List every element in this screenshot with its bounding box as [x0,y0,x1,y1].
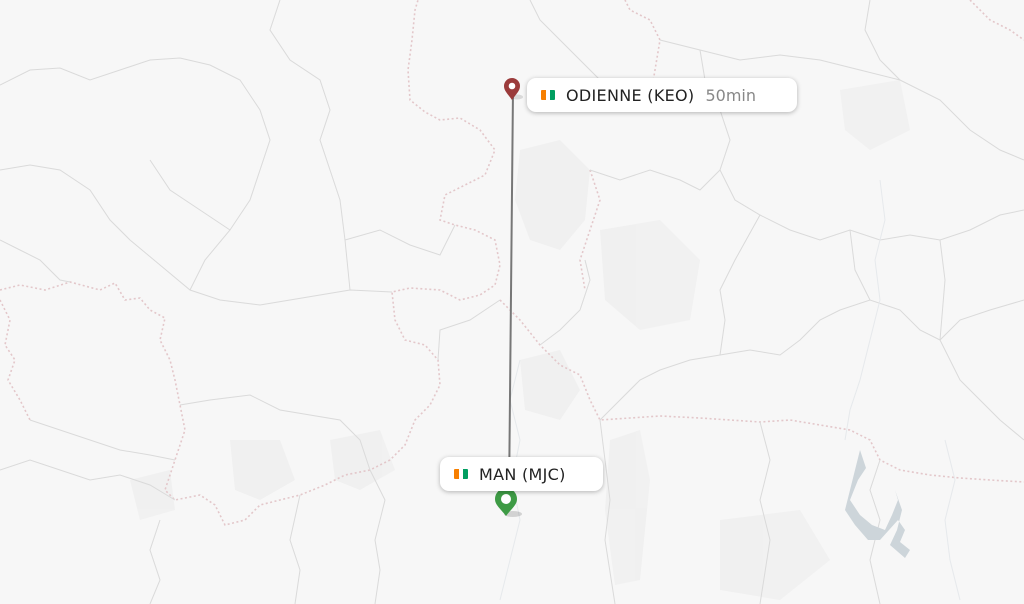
flight-duration: 50min [705,85,756,105]
destination-airport-label[interactable]: ODIENNE (KEO) 50min [527,78,797,112]
ivory-coast-flag-icon [541,90,555,100]
origin-airport-code: MAN (MJC) [479,464,566,484]
destination-map-pin-icon[interactable] [504,78,523,100]
ivory-coast-flag-icon [454,469,468,479]
destination-airport-code: ODIENNE (KEO) [566,85,695,105]
flight-route-line [508,89,514,499]
origin-airport-label[interactable]: MAN (MJC) [440,457,603,491]
map-canvas[interactable] [0,0,1024,604]
origin-map-pin-icon[interactable] [495,488,522,517]
